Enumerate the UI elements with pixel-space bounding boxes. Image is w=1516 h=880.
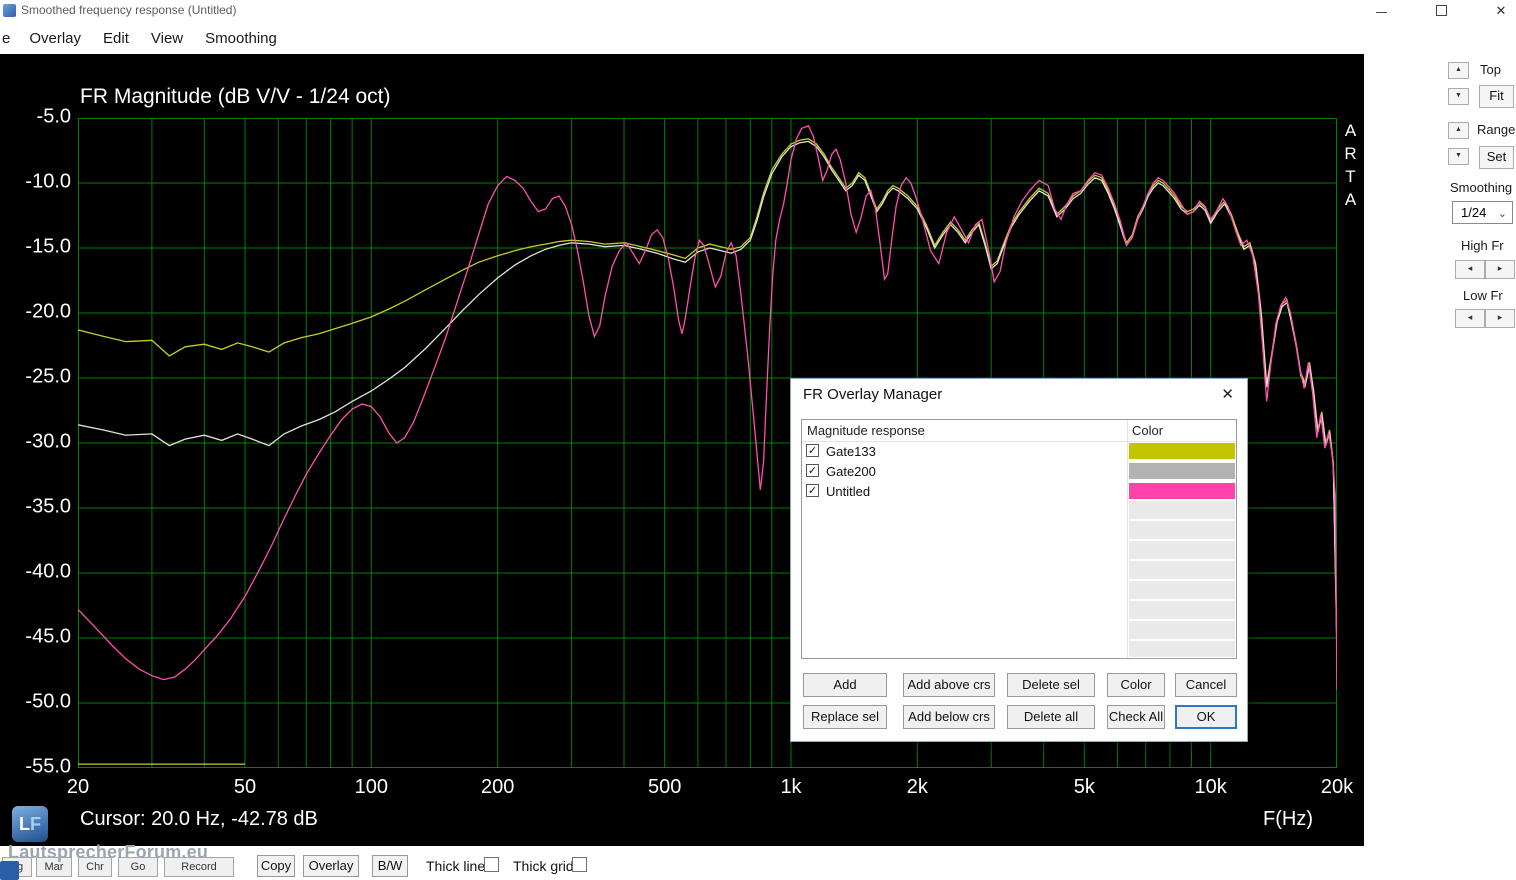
set-button[interactable]: Set: [1479, 146, 1514, 169]
delete-sel-button[interactable]: Delete sel: [1007, 673, 1095, 697]
menubar: e Overlay Edit View Smoothing: [0, 22, 1516, 54]
range-up-button[interactable]: ▲: [1448, 122, 1469, 139]
chart-title: FR Magnitude (dB V/V - 1/24 oct): [80, 85, 390, 109]
low-fr-label: Low Fr: [1463, 288, 1503, 303]
menu-item-file-partial[interactable]: e: [0, 30, 18, 47]
low-fr-right-button[interactable]: ▸: [1485, 309, 1515, 328]
window-title: Smoothed frequency response (Untitled): [21, 3, 236, 17]
x-tick-label: 20k: [1321, 776, 1353, 799]
check-all-button[interactable]: Check All: [1107, 705, 1165, 729]
menu-item-overlay[interactable]: Overlay: [18, 30, 92, 47]
checkbox-checked[interactable]: ✓: [806, 464, 819, 477]
high-fr-right-button[interactable]: ▸: [1485, 260, 1515, 279]
high-fr-label: High Fr: [1461, 238, 1504, 253]
menu-item-view[interactable]: View: [140, 30, 194, 47]
x-tick-label: 5k: [1074, 776, 1095, 799]
bw-button[interactable]: B/W: [372, 855, 408, 877]
add-above-crs-button[interactable]: Add above crs: [903, 673, 995, 697]
x-tick-label: 200: [481, 776, 514, 799]
y-tick-label: -35.0: [0, 495, 71, 518]
checkbox-checked[interactable]: ✓: [806, 484, 819, 497]
fr-overlay-manager-dialog: FR Overlay Manager ✕ Magnitude response …: [790, 378, 1248, 742]
x-tick-label: 100: [355, 776, 388, 799]
y-tick-label: -5.0: [0, 105, 71, 128]
color-swatch: [1129, 483, 1235, 499]
app-window: Smoothed frequency response (Untitled) ✕…: [0, 0, 1516, 880]
top-label: Top: [1480, 62, 1501, 77]
forum-watermark-text: LautsprecherForum.eu: [8, 842, 208, 863]
dialog-close-icon[interactable]: ✕: [1221, 385, 1234, 403]
app-icon: [3, 4, 16, 17]
smoothing-label: Smoothing: [1450, 180, 1512, 195]
smoothing-value: 1/24: [1461, 205, 1486, 220]
copy-button[interactable]: Copy: [257, 855, 295, 877]
menu-item-smoothing[interactable]: Smoothing: [194, 30, 288, 47]
add-below-crs-button[interactable]: Add below crs: [903, 705, 995, 729]
replace-sel-button[interactable]: Replace sel: [803, 705, 887, 729]
y-tick-label: -40.0: [0, 560, 71, 583]
titlebar: Smoothed frequency response (Untitled) ✕: [0, 0, 1516, 22]
overlay-button[interactable]: Overlay: [303, 855, 359, 877]
chevron-down-icon: ⌄: [1498, 204, 1507, 225]
list-item[interactable]: ✓ Gate133: [802, 441, 1236, 461]
cancel-button[interactable]: Cancel: [1175, 673, 1237, 697]
delete-all-button[interactable]: Delete all: [1007, 705, 1095, 729]
color-button[interactable]: Color: [1107, 673, 1165, 697]
y-tick-label: -50.0: [0, 690, 71, 713]
close-button[interactable]: ✕: [1483, 0, 1516, 21]
thick-grid-checkbox[interactable]: [572, 857, 587, 872]
forum-logo: LF: [12, 806, 48, 842]
range-label: Range: [1477, 122, 1515, 137]
overlay-name: Gate200: [826, 464, 876, 479]
ok-button[interactable]: OK: [1175, 705, 1237, 729]
x-tick-label: 50: [234, 776, 256, 799]
color-swatch: [1129, 443, 1235, 459]
add-button[interactable]: Add: [803, 673, 887, 697]
list-item[interactable]: ✓ Gate200: [802, 461, 1236, 481]
y-tick-label: -10.0: [0, 170, 71, 193]
overlay-name: Untitled: [826, 484, 870, 499]
empty-color-column: [1129, 501, 1235, 657]
maximize-icon: [1436, 5, 1447, 16]
minimize-button[interactable]: [1363, 0, 1399, 21]
range-down-button[interactable]: ▼: [1448, 148, 1469, 165]
y-tick-label: -20.0: [0, 300, 71, 323]
x-tick-label: 1k: [780, 776, 801, 799]
column-header-color: Color: [1132, 423, 1163, 438]
y-tick-label: -55.0: [0, 755, 71, 778]
x-tick-label: 10k: [1195, 776, 1227, 799]
column-header-magnitude: Magnitude response: [807, 423, 925, 438]
y-tick-label: -45.0: [0, 625, 71, 648]
checkbox-checked[interactable]: ✓: [806, 444, 819, 457]
thick-grid-label: Thick grid: [513, 858, 574, 874]
top-down-button[interactable]: ▼: [1448, 88, 1469, 105]
fit-button[interactable]: Fit: [1479, 85, 1514, 108]
y-tick-label: -30.0: [0, 430, 71, 453]
menu-item-edit[interactable]: Edit: [92, 30, 140, 47]
color-swatch: [1129, 463, 1235, 479]
overlay-name: Gate133: [826, 444, 876, 459]
x-tick-label: 500: [648, 776, 681, 799]
minimize-icon: [1376, 12, 1387, 13]
bottom-left-app-icon: [0, 861, 19, 880]
overlay-list[interactable]: Magnitude response Color ✓ Gate133 ✓ Gat…: [801, 419, 1237, 659]
x-tick-label: 2k: [907, 776, 928, 799]
cursor-readout: Cursor: 20.0 Hz, -42.78 dB: [80, 808, 318, 831]
dialog-title: FR Overlay Manager: [803, 386, 942, 403]
y-tick-label: -15.0: [0, 235, 71, 258]
high-fr-left-button[interactable]: ◂: [1455, 260, 1485, 279]
low-fr-left-button[interactable]: ◂: [1455, 309, 1485, 328]
thick-line-checkbox[interactable]: [484, 857, 499, 872]
x-axis-title: F(Hz): [1263, 808, 1313, 831]
smoothing-dropdown[interactable]: 1/24 ⌄: [1452, 201, 1513, 224]
list-item[interactable]: ✓ Untitled: [802, 481, 1236, 501]
x-tick-label: 20: [67, 776, 89, 799]
arta-watermark: ARTA: [1340, 121, 1360, 213]
y-tick-label: -25.0: [0, 365, 71, 388]
thick-line-label: Thick line: [426, 858, 485, 874]
top-up-button[interactable]: ▲: [1448, 62, 1469, 79]
maximize-button[interactable]: [1423, 0, 1459, 21]
